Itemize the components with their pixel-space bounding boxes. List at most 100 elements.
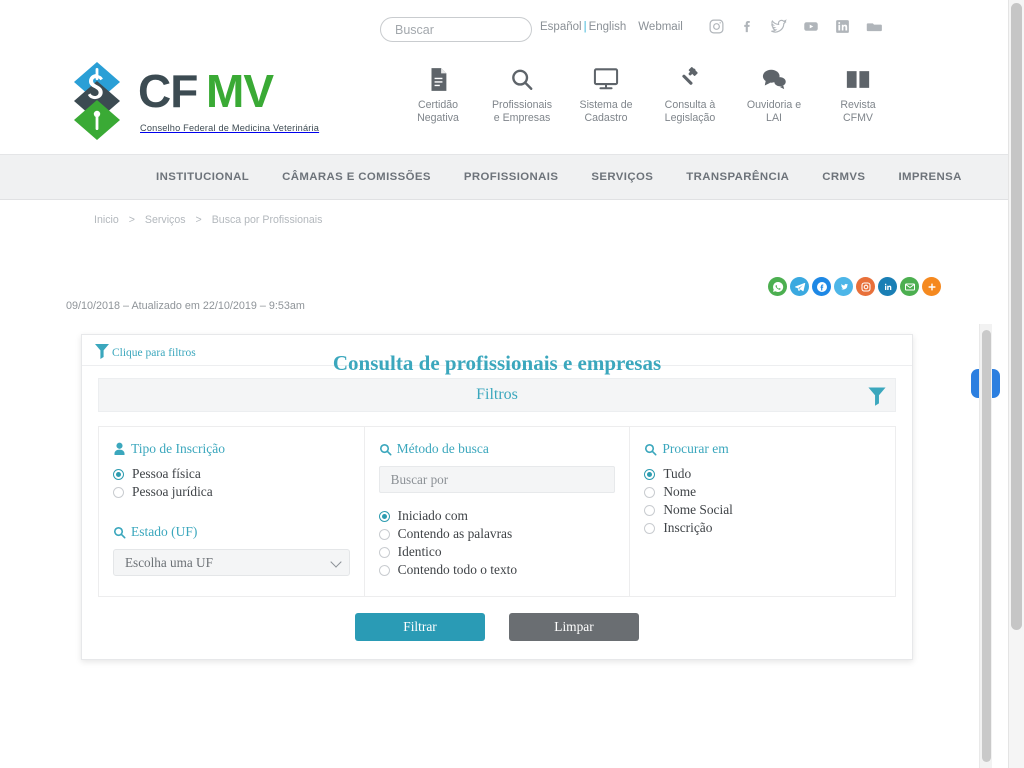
metodo-busca-heading: Método de busca: [379, 441, 616, 457]
header-main: CF MV Conselho Federal de Medicina Veter…: [0, 56, 1008, 154]
chevron-down-icon: [330, 556, 342, 568]
cfmv-wordmark: CF MV: [138, 65, 350, 121]
facebook-icon[interactable]: [739, 18, 756, 40]
instagram-share-icon[interactable]: [856, 277, 875, 296]
quicknav-ouvidoria-lai[interactable]: Ouvidoria e LAI: [732, 62, 816, 125]
limpar-button[interactable]: Limpar: [509, 613, 639, 641]
page-scrollbar-thumb[interactable]: [1011, 3, 1022, 630]
menu-item-camaras-e-comissoes[interactable]: CÂMARAS E COMISSÕES: [282, 171, 431, 183]
webmail-link[interactable]: Webmail: [638, 21, 683, 33]
radio-label: Identico: [397, 544, 442, 559]
search-input[interactable]: [380, 17, 532, 42]
search-icon: [113, 526, 126, 539]
quicknav-certidao-negativa[interactable]: Certidão Negativa: [396, 62, 480, 125]
youtube-icon[interactable]: [802, 18, 820, 40]
panel-actions: Filtrar Limpar: [82, 597, 912, 659]
breadcrumb-item-servicos[interactable]: Serviços: [145, 214, 186, 226]
quicknav-profissionais-empresas[interactable]: Profissionais e Empresas: [480, 62, 564, 125]
radio-indicator: [644, 522, 656, 534]
radio-label: Iniciado com: [397, 508, 468, 523]
person-icon: [113, 442, 126, 456]
inner-scrollbar[interactable]: [979, 324, 992, 768]
quicknav-revista-cfmv[interactable]: Revista CFMV: [816, 62, 900, 125]
twitter-icon[interactable]: [770, 18, 788, 40]
filtros-label: Filtros: [476, 386, 518, 403]
inner-scrollbar-thumb[interactable]: [982, 330, 991, 762]
breadcrumb-item-inicio[interactable]: Inicio: [94, 214, 119, 226]
page-scrollbar[interactable]: [1008, 0, 1024, 768]
quicknav-label: Profissionais e Empresas: [491, 99, 553, 124]
radio-indicator: [644, 468, 656, 480]
radio-indicator: [113, 486, 124, 498]
cfmv-logo[interactable]: CF MV Conselho Federal de Medicina Veter…: [66, 60, 350, 142]
top-utility-bar: Español|English Webmail: [0, 0, 1008, 56]
svg-text:CF: CF: [138, 70, 197, 116]
quick-nav: Certidão Negativa Profissionais e Empres…: [396, 62, 900, 125]
breadcrumb: Inicio > Serviços > Busca por Profissionais: [94, 214, 322, 226]
quicknav-consulta-legislacao[interactable]: Consulta à Legislação: [648, 62, 732, 125]
section-heading-label: Método de busca: [396, 441, 489, 456]
radio-label: Nome Social: [663, 502, 733, 517]
telegram-share-icon[interactable]: [790, 277, 809, 296]
facebook-share-icon[interactable]: [812, 277, 831, 296]
radio-indicator: [378, 546, 390, 558]
radio-contendo-todo-o-texto[interactable]: Contendo todo o texto: [378, 562, 616, 578]
radio-label: Inscrição: [663, 520, 713, 535]
filtrar-button[interactable]: Filtrar: [355, 613, 485, 641]
buscar-por-input[interactable]: [378, 466, 616, 493]
radio-label: Contendo as palavras: [397, 526, 513, 541]
utility-links: Español | English Webmail: [540, 21, 683, 33]
menu-item-servicos[interactable]: SERVIÇOS: [591, 171, 653, 183]
search-icon: [379, 443, 392, 456]
document-icon: [396, 62, 480, 96]
instagram-icon[interactable]: [708, 18, 725, 40]
page-content: Español|English Webmail: [0, 0, 1008, 768]
tipo-inscricao-heading: Tipo de Inscrição: [113, 441, 350, 457]
menu-item-crmvs[interactable]: CRMVS: [822, 171, 865, 183]
twitter-share-icon[interactable]: [834, 277, 853, 296]
filters-columns: Tipo de Inscrição Pessoa física Pessoa j…: [98, 426, 896, 597]
quicknav-label: Sistema de Cadastro: [579, 99, 633, 124]
radio-pessoa-juridica[interactable]: Pessoa jurídica: [113, 484, 350, 500]
radio-identico[interactable]: Identico: [378, 544, 616, 560]
lang-es-link[interactable]: Español: [540, 21, 582, 33]
radio-contendo-as-palavras[interactable]: Contendo as palavras: [378, 526, 616, 542]
more-share-icon[interactable]: [922, 277, 941, 296]
procurar-em-heading: Procurar em: [644, 441, 881, 457]
flickr-icon[interactable]: [865, 18, 884, 40]
radio-label: Pessoa jurídica: [132, 484, 213, 499]
section-heading-label: Tipo de Inscrição: [131, 441, 225, 456]
column-metodo-busca: Método de busca Iniciado com Contendo as…: [363, 427, 630, 596]
consulta-panel: Clique para filtros Consulta de profissi…: [81, 334, 913, 660]
radio-inscricao[interactable]: Inscrição: [644, 520, 881, 536]
radio-label: Pessoa física: [132, 466, 201, 481]
lang-en-link[interactable]: English: [589, 21, 627, 33]
quicknav-label: Certidão Negativa: [417, 99, 459, 124]
radio-indicator: [644, 504, 656, 516]
menu-item-institucional[interactable]: INSTITUCIONAL: [156, 171, 249, 183]
radio-pessoa-fisica[interactable]: Pessoa física: [113, 466, 350, 482]
radio-iniciado-com[interactable]: Iniciado com: [378, 508, 616, 524]
browser-viewport: Español|English Webmail: [0, 0, 1024, 768]
radio-nome[interactable]: Nome: [644, 484, 881, 500]
menu-item-imprensa[interactable]: IMPRENSA: [898, 171, 961, 183]
whatsapp-share-icon[interactable]: [768, 277, 787, 296]
linkedin-share-icon[interactable]: [878, 277, 897, 296]
radio-tudo[interactable]: Tudo: [644, 466, 881, 482]
quicknav-label: Ouvidoria e LAI: [746, 99, 802, 124]
email-share-icon[interactable]: [900, 277, 919, 296]
menu-item-profissionais[interactable]: PROFISSIONAIS: [464, 171, 558, 183]
radio-nome-social[interactable]: Nome Social: [644, 502, 881, 518]
linkedin-icon[interactable]: [834, 18, 851, 40]
panel-header: Clique para filtros Consulta de profissi…: [82, 335, 912, 375]
cfmv-logo-type: CF MV Conselho Federal de Medicina Veter…: [138, 65, 350, 133]
filtros-collapse-bar[interactable]: Filtros: [98, 378, 896, 412]
radio-label: Nome: [663, 484, 697, 499]
main-menu: INSTITUCIONAL CÂMARAS E COMISSÕES PROFIS…: [0, 154, 1008, 200]
menu-item-transparencia[interactable]: TRANSPARÊNCIA: [686, 171, 789, 183]
search-icon: [644, 443, 657, 456]
section-heading-label: Procurar em: [662, 441, 729, 456]
monitor-icon: [564, 62, 648, 96]
quicknav-sistema-cadastro[interactable]: Sistema de Cadastro: [564, 62, 648, 125]
uf-select[interactable]: Escolha uma UF: [113, 549, 350, 576]
